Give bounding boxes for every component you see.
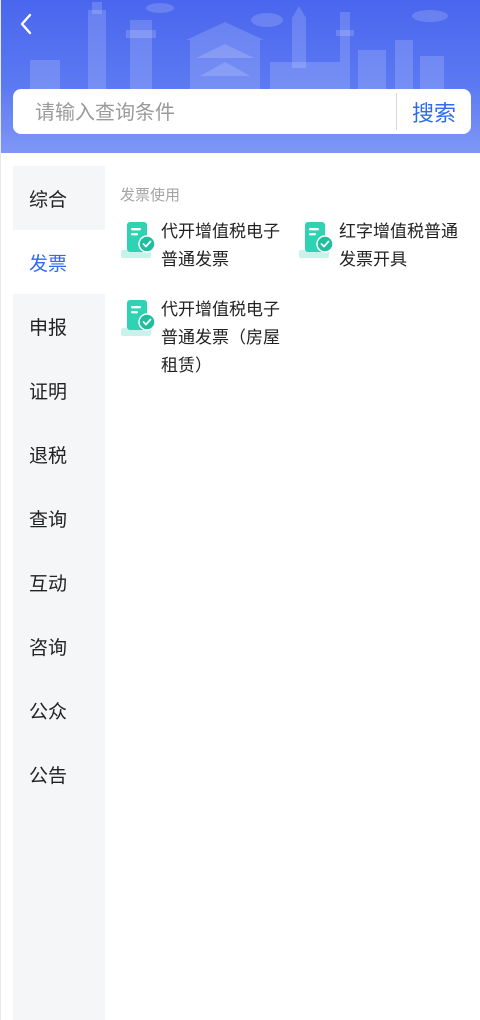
sidebar-item-label: 咨询 <box>29 636 68 659</box>
search-button[interactable]: 搜索 <box>397 89 471 134</box>
sidebar-item-tax-refund[interactable]: 退税 <box>13 422 105 486</box>
sidebar-item-announcement[interactable]: 公告 <box>13 742 105 806</box>
invoice-check-icon <box>121 222 156 258</box>
header-banner: 搜索 <box>0 0 480 153</box>
service-item[interactable]: 代开增值税电子 普通发票（房屋 租赁） <box>119 300 280 380</box>
sidebar-item-label: 证明 <box>29 380 68 403</box>
service-label-line: 红字增值税普通 <box>339 222 458 242</box>
service-item[interactable]: 代开增值税电子 普通发票 <box>119 222 280 274</box>
sidebar-item-declaration[interactable]: 申报 <box>13 294 105 358</box>
sidebar-item-public[interactable]: 公众 <box>13 678 105 742</box>
sidebar-item-query[interactable]: 查询 <box>13 486 105 550</box>
sidebar-item-label: 退税 <box>29 444 68 467</box>
sidebar-item-label: 互动 <box>29 572 68 595</box>
sidebar-item-label: 综合 <box>29 188 68 211</box>
sidebar-item-label: 申报 <box>29 316 68 339</box>
service-content-panel: 发票使用 代开增值税电子 普通发票 红字增值税普通 发票开具 代开增值税电子 普… <box>105 166 480 1020</box>
service-label-line: 普通发票 <box>161 250 229 270</box>
back-button[interactable] <box>12 10 40 38</box>
chevron-left-icon <box>20 13 32 35</box>
sidebar-item-general[interactable]: 综合 <box>13 166 105 230</box>
section-title: 发票使用 <box>120 186 181 204</box>
sidebar-item-interaction[interactable]: 互动 <box>13 550 105 614</box>
invoice-check-icon <box>299 222 334 258</box>
invoice-check-icon <box>121 300 156 336</box>
sidebar-item-consult[interactable]: 咨询 <box>13 614 105 678</box>
sidebar-item-certificate[interactable]: 证明 <box>13 358 105 422</box>
sidebar-item-label: 发票 <box>29 252 68 275</box>
service-label-line: 代开增值税电子 <box>161 222 280 242</box>
frame-border-left <box>0 0 1 1020</box>
sidebar-item-label: 公众 <box>29 700 68 723</box>
service-label-line: 租赁） <box>161 356 212 376</box>
sidebar-item-label: 公告 <box>29 764 68 787</box>
search-bar: 搜索 <box>13 89 471 134</box>
search-input[interactable] <box>13 89 396 134</box>
service-label-line: 发票开具 <box>339 250 407 270</box>
service-label-line: 代开增值税电子 <box>161 300 280 320</box>
sidebar-item-invoice[interactable]: 发票 <box>13 230 105 294</box>
sidebar-item-label: 查询 <box>29 508 68 531</box>
category-sidebar: 综合 发票 申报 证明 退税 查询 互动 咨询 公众 公告 <box>13 166 105 1020</box>
service-item[interactable]: 红字增值税普通 发票开具 <box>297 222 458 274</box>
service-label-line: 普通发票（房屋 <box>161 328 280 348</box>
